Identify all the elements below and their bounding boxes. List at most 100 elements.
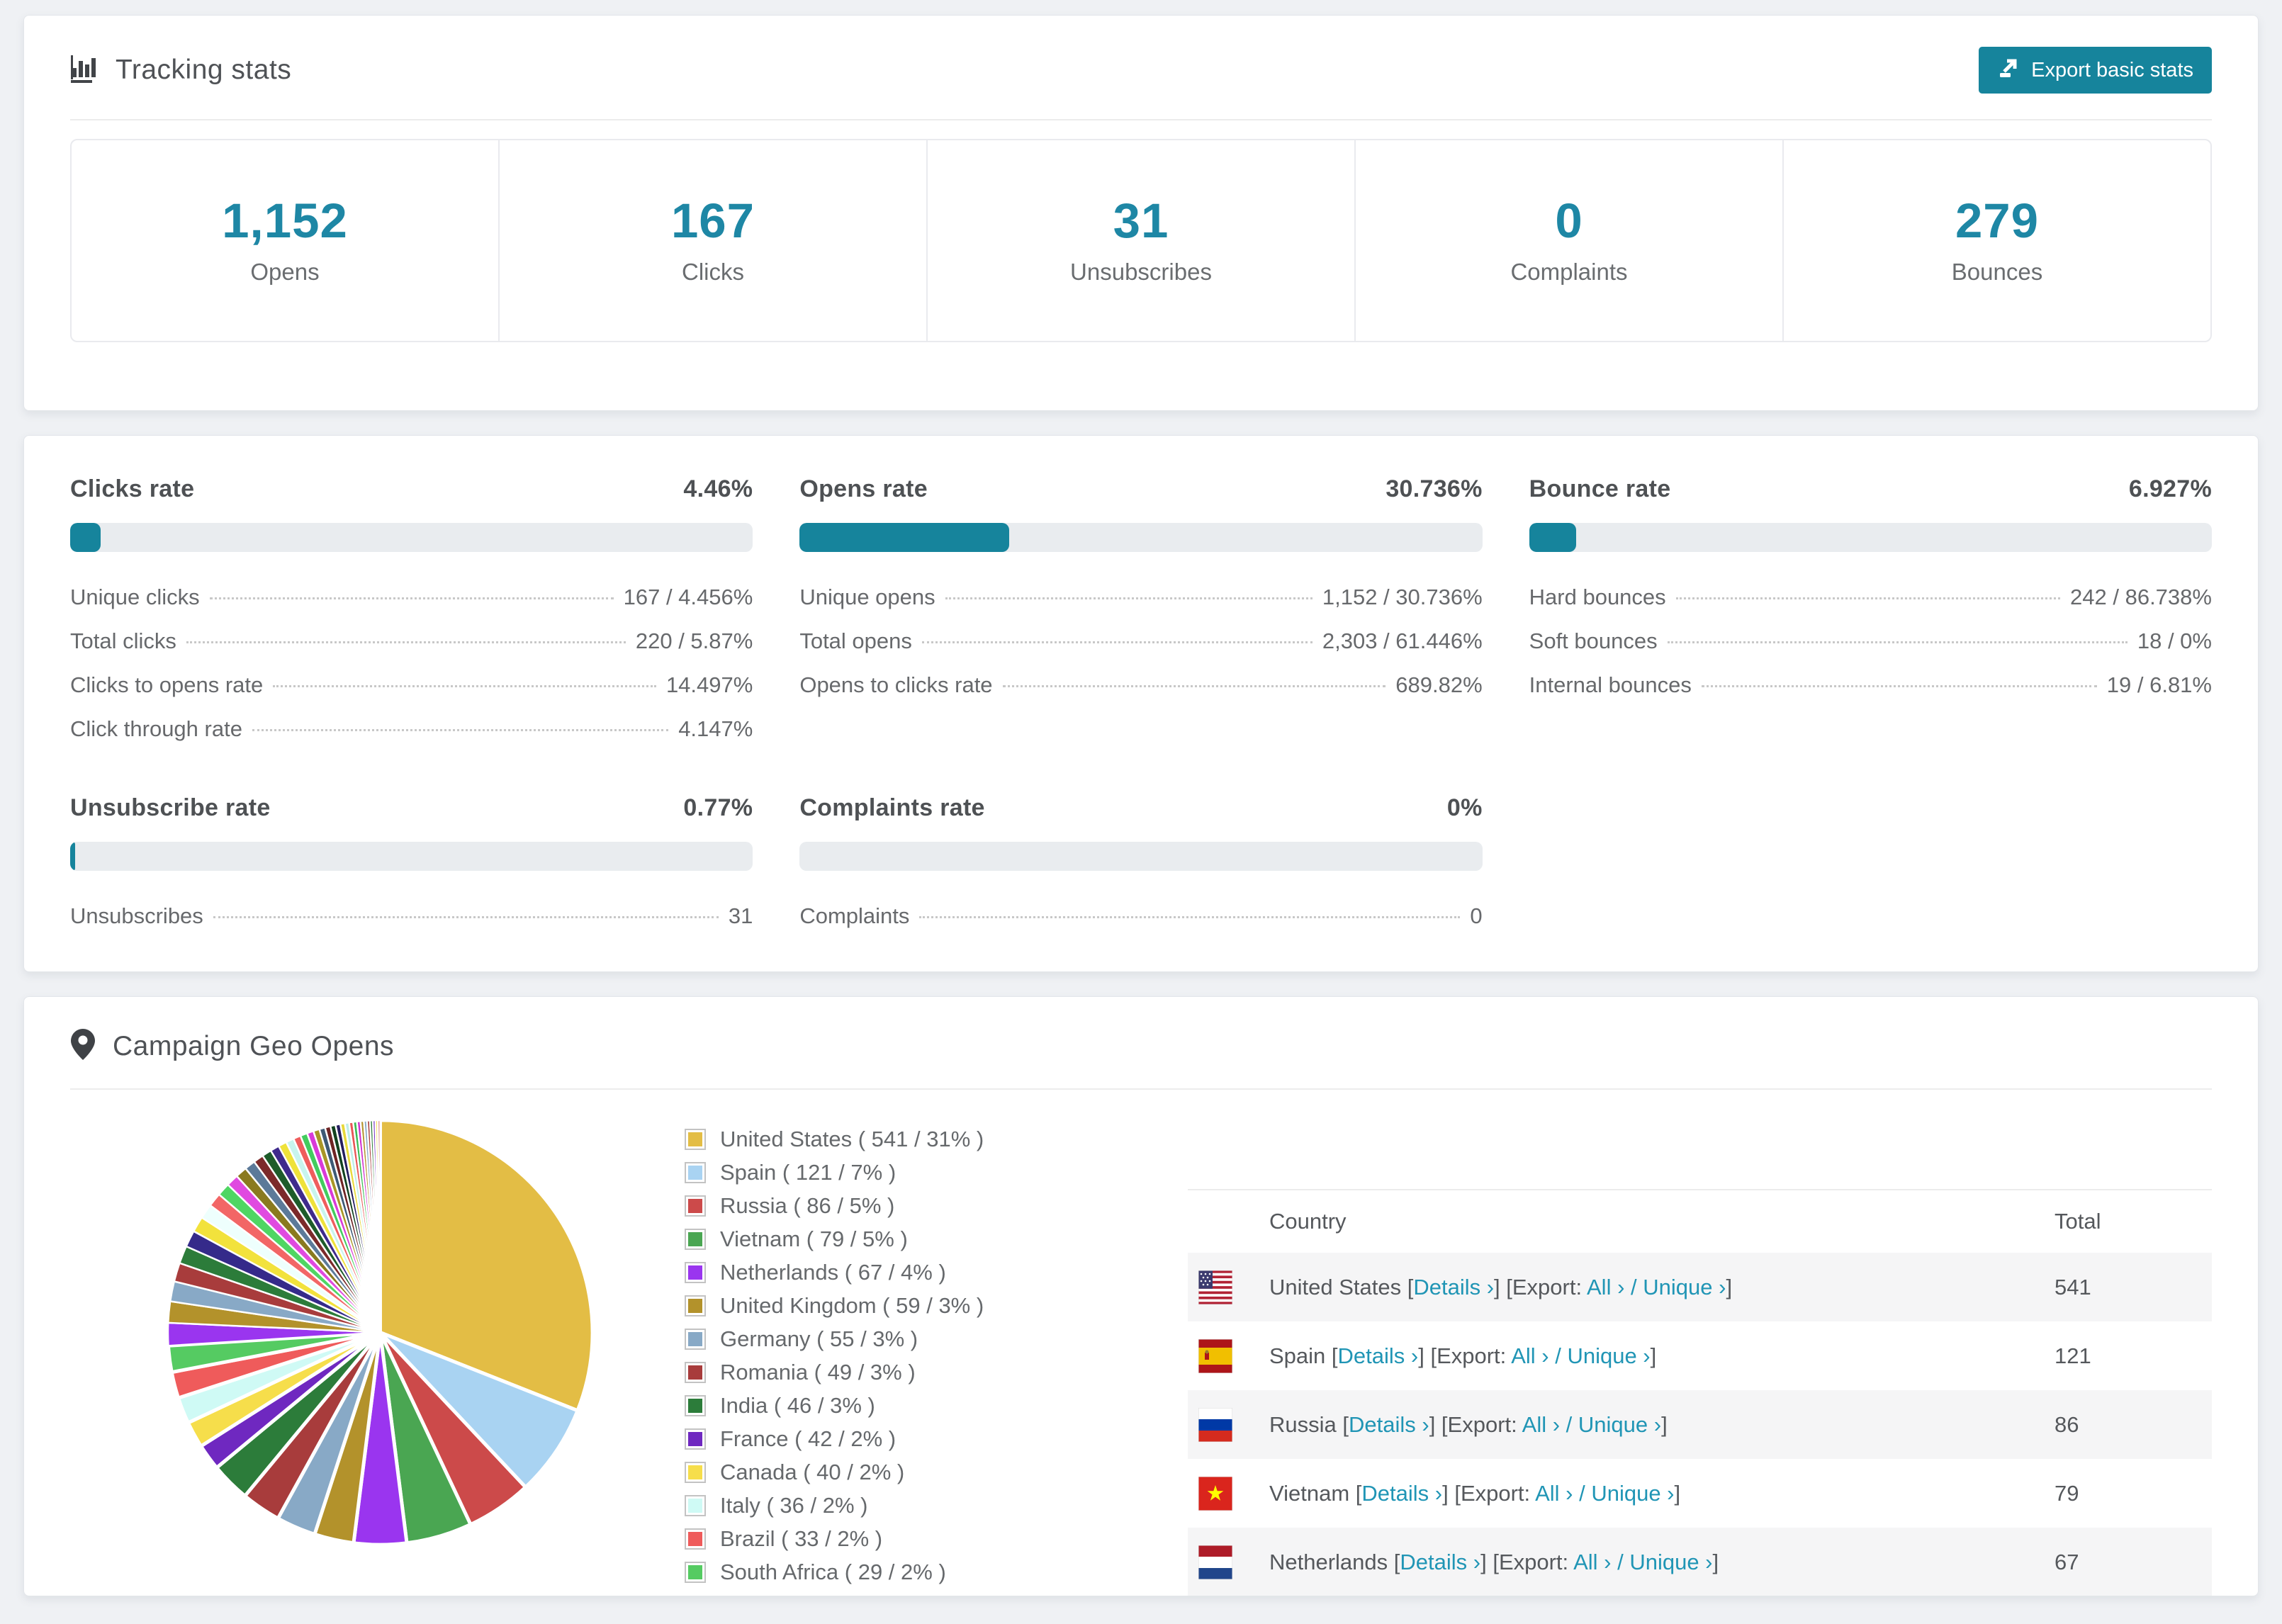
export-basic-stats-button[interactable]: Export basic stats xyxy=(1979,47,2212,94)
rate-stat-row: Total clicks 220 / 5.87% xyxy=(70,628,753,654)
geo-table: Country Total United States [Details ›] … xyxy=(1188,1189,2212,1596)
rate-stat-label: Total clicks xyxy=(70,628,176,653)
link-separator: / xyxy=(1631,1274,1637,1299)
rate-stat-row: Unique opens 1,152 / 30.736% xyxy=(799,585,1482,610)
legend-label: Russia ( 86 / 5% ) xyxy=(720,1193,895,1218)
legend-swatch xyxy=(685,1295,706,1316)
dotted-leader xyxy=(919,916,1461,918)
details-link[interactable]: Details › xyxy=(1349,1412,1429,1437)
export-icon xyxy=(1997,56,2020,84)
nl-flag-icon xyxy=(1198,1545,1232,1579)
export-unique-link[interactable]: Unique › xyxy=(1567,1343,1650,1368)
legend-item[interactable]: Italy ( 36 / 2% ) xyxy=(685,1493,1149,1518)
dotted-leader xyxy=(186,641,626,643)
dotted-leader xyxy=(252,729,669,731)
rate-stat-row: Clicks to opens rate 14.497% xyxy=(70,672,753,698)
total-cell: 67 xyxy=(2055,1549,2079,1574)
legend-swatch xyxy=(685,1329,706,1350)
legend-item[interactable]: France ( 42 / 2% ) xyxy=(685,1426,1149,1452)
dotted-leader xyxy=(1675,597,2061,599)
legend-item[interactable]: Brazil ( 33 / 2% ) xyxy=(685,1526,1149,1552)
rate-block: Opens rate 30.736% Unique opens 1,152 / 30.… xyxy=(799,475,1483,742)
rate-stat-value: 19 / 6.81% xyxy=(2106,672,2212,697)
country-cell-text: Netherlands [Details ›] [Export: All › /… xyxy=(1269,1549,1719,1574)
legend-swatch xyxy=(685,1495,706,1516)
dashboard-page: Tracking stats Export basic stats 1,152 O… xyxy=(0,0,2282,1624)
export-unique-link[interactable]: Unique › xyxy=(1578,1412,1661,1437)
details-link[interactable]: Details › xyxy=(1338,1343,1419,1368)
legend-label: Spain ( 121 / 7% ) xyxy=(720,1160,896,1185)
details-link[interactable]: Details › xyxy=(1400,1550,1480,1574)
export-button-label: Export basic stats xyxy=(2031,58,2193,81)
legend-label: France ( 42 / 2% ) xyxy=(720,1426,896,1451)
country-cell-text: Vietnam [Details ›] [Export: All › / Uni… xyxy=(1269,1480,1681,1506)
legend-item[interactable]: Netherlands ( 67 / 4% ) xyxy=(685,1260,1149,1285)
legend-item[interactable]: United States ( 541 / 31% ) xyxy=(685,1127,1149,1152)
progress-bar-fill xyxy=(70,842,76,871)
rate-stat-label: Opens to clicks rate xyxy=(799,672,993,697)
dotted-leader xyxy=(1002,685,1386,687)
stat-label: Complaints xyxy=(1510,259,1628,285)
export-unique-link[interactable]: Unique › xyxy=(1643,1275,1726,1299)
legend-item[interactable]: Canada ( 40 / 2% ) xyxy=(685,1460,1149,1485)
export-all-link[interactable]: All › xyxy=(1587,1275,1624,1299)
stat-value: 167 xyxy=(670,193,755,248)
campaign-geo-opens-card: Campaign Geo Opens United States ( 541 /… xyxy=(23,996,2259,1596)
rate-block: Complaints rate 0% Complaints 0 xyxy=(799,794,1483,929)
total-cell: 79 xyxy=(2055,1480,2079,1506)
rate-title-row: Bounce rate 6.927% xyxy=(1529,475,2212,503)
stat-box: 31 Unsubscribes xyxy=(928,140,1356,341)
legend-item[interactable]: Vietnam ( 79 / 5% ) xyxy=(685,1227,1149,1252)
legend-label: Vietnam ( 79 / 5% ) xyxy=(720,1227,908,1251)
rate-stat-rows: Unsubscribes 31 xyxy=(70,903,753,929)
rate-stat-value: 4.147% xyxy=(678,716,753,741)
stat-label: Opens xyxy=(250,259,320,285)
legend-item[interactable]: United Kingdom ( 59 / 3% ) xyxy=(685,1293,1149,1319)
country-name: Spain xyxy=(1269,1343,1332,1368)
legend-label: United Kingdom ( 59 / 3% ) xyxy=(720,1293,984,1318)
export-all-link[interactable]: All › xyxy=(1535,1481,1573,1506)
export-all-link[interactable]: All › xyxy=(1511,1343,1548,1368)
export-all-link[interactable]: All › xyxy=(1573,1550,1611,1574)
legend-item[interactable]: Germany ( 55 / 3% ) xyxy=(685,1326,1149,1352)
rate-stat-rows: Hard bounces 242 / 86.738% Soft bounces 18 … xyxy=(1529,585,2212,698)
legend-label: Netherlands ( 67 / 4% ) xyxy=(720,1260,946,1285)
legend-item[interactable]: South Africa ( 29 / 2% ) xyxy=(685,1560,1149,1585)
rate-stat-value: 689.82% xyxy=(1395,672,1483,697)
progress-bar-fill xyxy=(70,523,101,552)
rates-grid: Clicks rate 4.46% Unique clicks 167 / 4.456… xyxy=(24,436,2258,971)
geo-body: United States ( 541 / 31% ) Spain ( 121 /… xyxy=(24,1090,2258,1596)
link-separator: / xyxy=(1617,1549,1624,1574)
export-unique-link[interactable]: Unique › xyxy=(1591,1481,1674,1506)
legend-swatch xyxy=(685,1428,706,1450)
dotted-leader xyxy=(945,597,1313,599)
country-cell-text: United States [Details ›] [Export: All ›… xyxy=(1269,1274,1733,1299)
country-name: Russia xyxy=(1269,1411,1343,1437)
legend-item[interactable]: Russia ( 86 / 5% ) xyxy=(685,1193,1149,1219)
dotted-leader xyxy=(1701,685,2097,687)
details-link[interactable]: Details › xyxy=(1413,1275,1494,1299)
rate-stat-value: 220 / 5.87% xyxy=(635,628,753,653)
stat-box: 0 Complaints xyxy=(1356,140,1784,341)
legend-swatch xyxy=(685,1562,706,1583)
rate-stat-value: 1,152 / 30.736% xyxy=(1322,585,1483,609)
details-link[interactable]: Details › xyxy=(1361,1481,1442,1506)
legend-swatch xyxy=(685,1162,706,1183)
geo-pie-chart[interactable] xyxy=(162,1115,598,1550)
tracking-stats-body: 1,152 Opens 167 Clicks 31 Unsubscribes 0 Compla… xyxy=(24,120,2258,410)
legend-item[interactable]: India ( 46 / 3% ) xyxy=(685,1393,1149,1419)
stat-label: Bounces xyxy=(1951,259,2043,285)
rate-stat-label: Clicks to opens rate xyxy=(70,672,264,697)
export-unique-link[interactable]: Unique › xyxy=(1629,1550,1712,1574)
rate-title-row: Unsubscribe rate 0.77% xyxy=(70,794,753,822)
legend-item[interactable]: Romania ( 49 / 3% ) xyxy=(685,1360,1149,1385)
rate-stat-row: Unsubscribes 31 xyxy=(70,903,753,929)
export-all-link[interactable]: All › xyxy=(1522,1412,1560,1437)
country-cell-text: Spain [Details ›] [Export: All › / Uniqu… xyxy=(1269,1343,1657,1368)
stat-value: 31 xyxy=(1113,193,1169,248)
legend-item[interactable]: Spain ( 121 / 7% ) xyxy=(685,1160,1149,1185)
rate-title: Bounce rate xyxy=(1529,475,1671,502)
country-cell: Netherlands [Details ›] [Export: All › /… xyxy=(1188,1545,2055,1579)
legend-label: United States ( 541 / 31% ) xyxy=(720,1127,984,1151)
rate-block: Unsubscribe rate 0.77% Unsubscribes 31 xyxy=(70,794,753,929)
